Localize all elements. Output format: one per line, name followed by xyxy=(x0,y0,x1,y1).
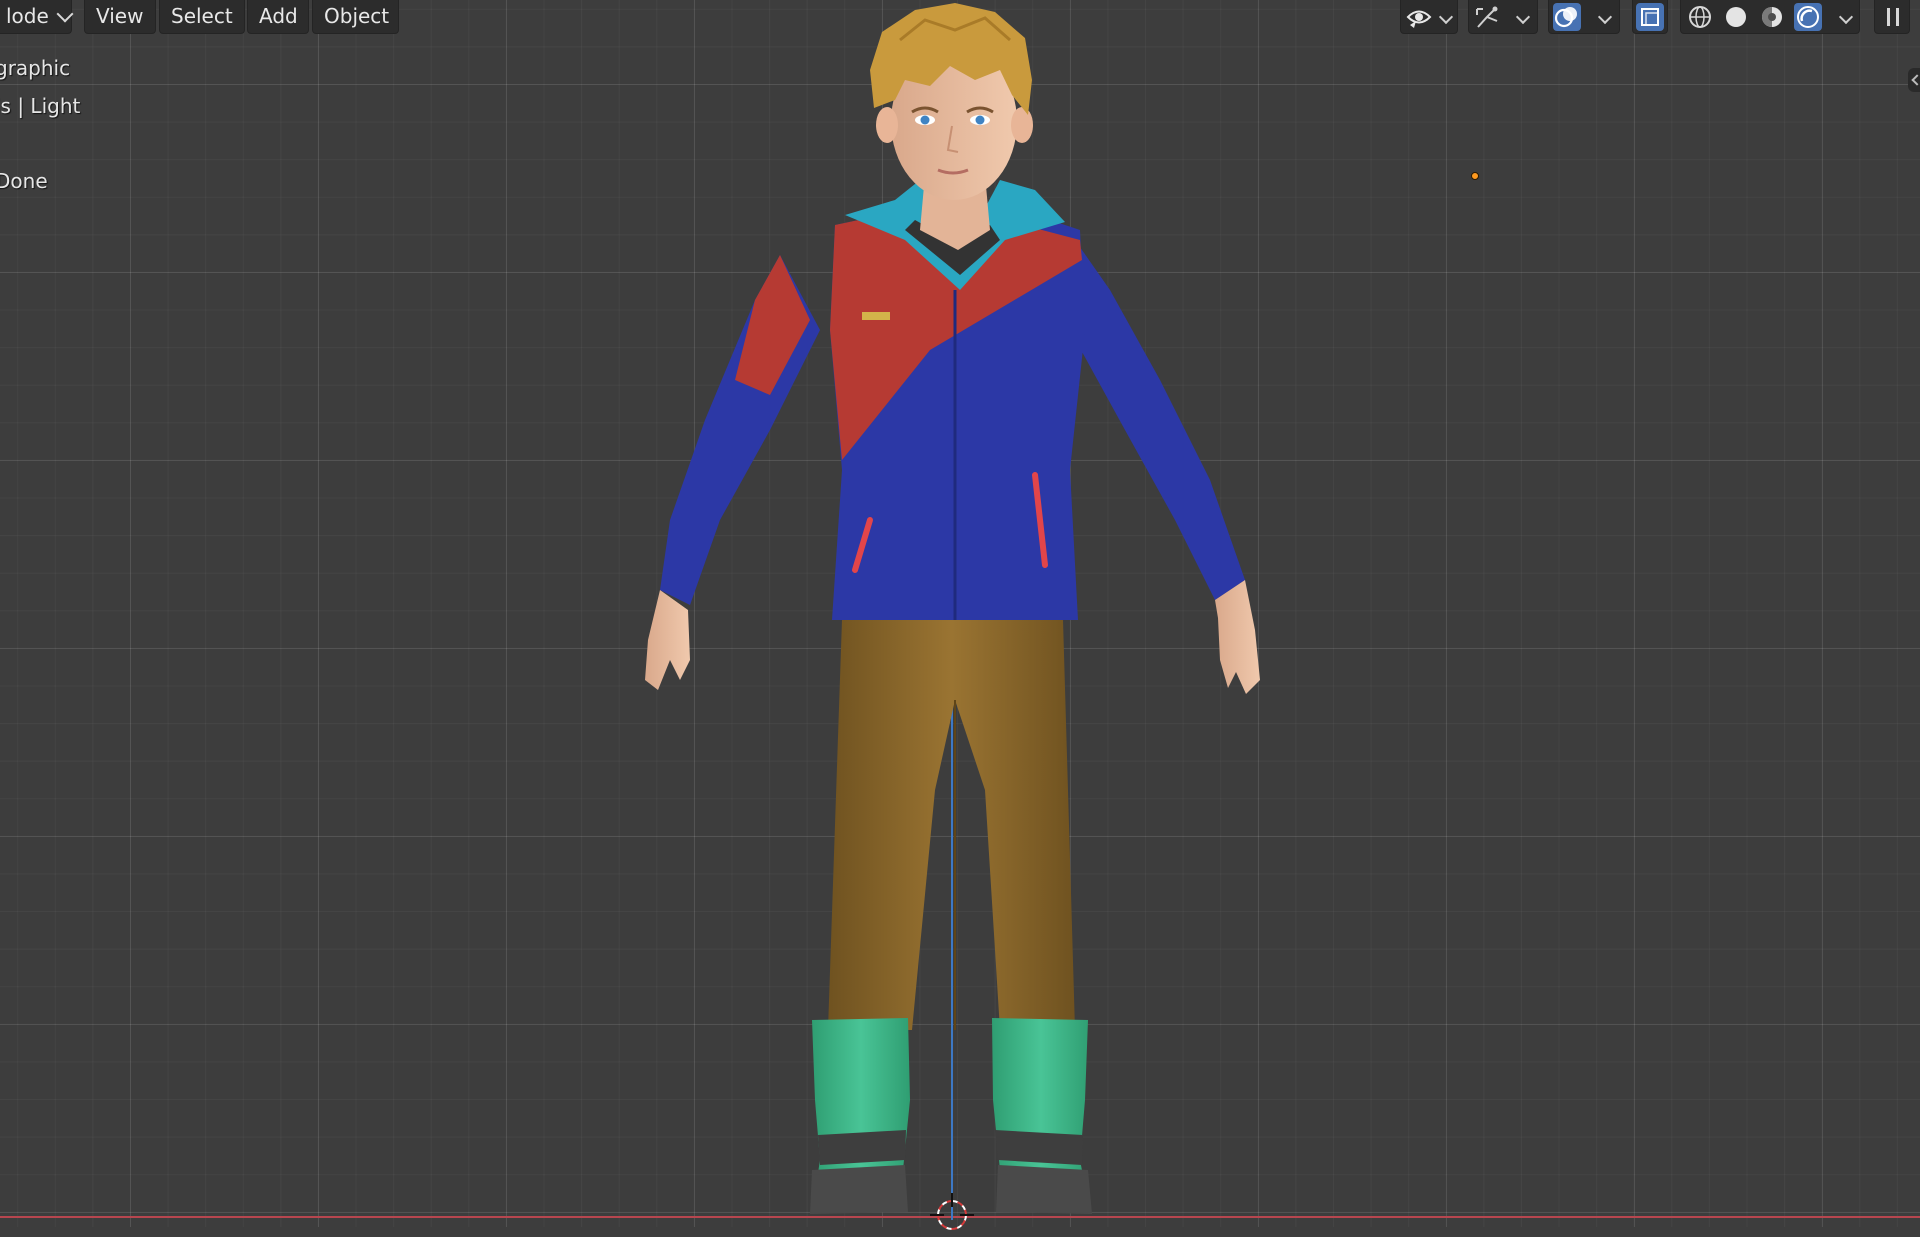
chevron-down-icon xyxy=(56,5,74,23)
left-arm xyxy=(645,255,820,690)
rendered-shading-icon[interactable] xyxy=(1794,3,1822,31)
visibility-eye-icon[interactable] xyxy=(1405,3,1433,31)
xray-group[interactable] xyxy=(1632,0,1668,34)
chevron-down-icon[interactable] xyxy=(1515,9,1531,25)
gizmo-icon[interactable] xyxy=(1473,3,1501,31)
pants xyxy=(828,620,1075,1030)
menu-object[interactable]: Object xyxy=(312,0,399,34)
menu-view-label: View xyxy=(96,4,144,28)
menu-select[interactable]: Select xyxy=(159,0,245,34)
character-model[interactable] xyxy=(600,0,1300,1227)
menu-add[interactable]: Add xyxy=(247,0,309,34)
menu-select-label: Select xyxy=(171,4,233,28)
sidebar-toggle-tab[interactable] xyxy=(1908,68,1920,92)
pause-group[interactable] xyxy=(1874,0,1910,34)
xray-icon[interactable] xyxy=(1636,3,1664,31)
wireframe-shading-icon[interactable] xyxy=(1686,3,1714,31)
menu-view[interactable]: View xyxy=(84,0,156,34)
mode-label: lode xyxy=(6,4,49,28)
menu-add-label: Add xyxy=(259,4,298,28)
overlays-icon[interactable] xyxy=(1553,3,1581,31)
chevron-down-icon[interactable] xyxy=(1838,9,1854,25)
solid-shading-icon[interactable] xyxy=(1722,3,1750,31)
gizmo-group[interactable] xyxy=(1468,0,1538,34)
material-preview-shading-icon[interactable] xyxy=(1758,3,1786,31)
chevron-down-icon[interactable] xyxy=(1597,9,1613,25)
shading-group[interactable] xyxy=(1680,0,1860,34)
overlays-group[interactable] xyxy=(1548,0,1620,34)
chevron-down-icon[interactable] xyxy=(1438,9,1454,25)
menu-object-label: Object xyxy=(324,4,390,28)
visibility-group[interactable] xyxy=(1400,0,1458,34)
status-text: Done xyxy=(0,169,48,193)
boots xyxy=(810,1018,1092,1214)
view-name-text: graphic xyxy=(0,56,71,80)
right-arm xyxy=(1070,240,1260,694)
collection-info-text: is | Light xyxy=(0,94,81,118)
pause-icon[interactable] xyxy=(1879,3,1907,31)
mode-dropdown[interactable]: lode xyxy=(0,0,74,34)
light-object-marker[interactable] xyxy=(1471,172,1479,180)
3d-cursor-icon[interactable] xyxy=(930,1193,974,1237)
